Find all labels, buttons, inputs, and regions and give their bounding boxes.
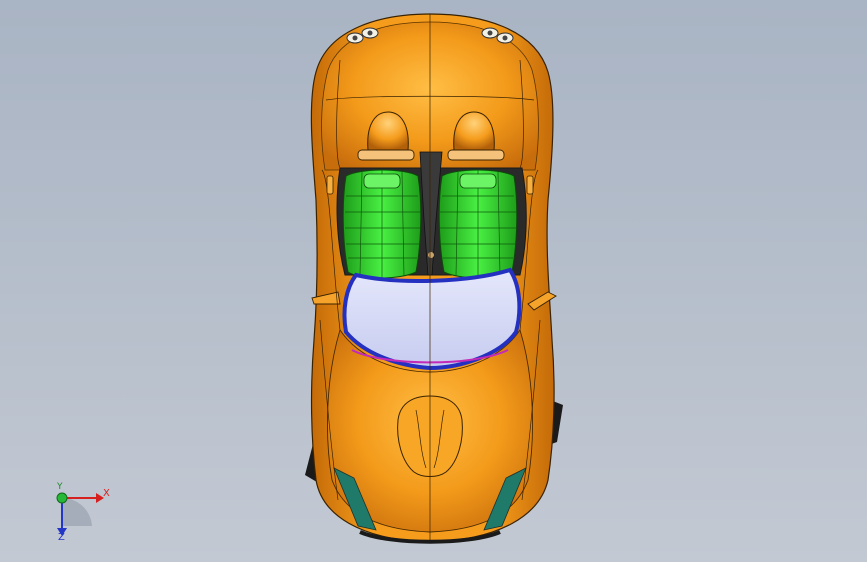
coordinate-triad: X Y Z	[40, 478, 120, 548]
y-axis-point	[56, 492, 68, 504]
right-seat	[438, 169, 518, 279]
z-axis-label: Z	[58, 532, 65, 543]
windshield	[342, 267, 522, 371]
y-axis-label: Y	[57, 482, 63, 492]
graphics-viewport[interactable]: X Y Z	[0, 0, 867, 562]
x-axis-label: X	[103, 488, 110, 499]
car-model[interactable]	[0, 0, 867, 562]
left-seat	[342, 169, 422, 279]
